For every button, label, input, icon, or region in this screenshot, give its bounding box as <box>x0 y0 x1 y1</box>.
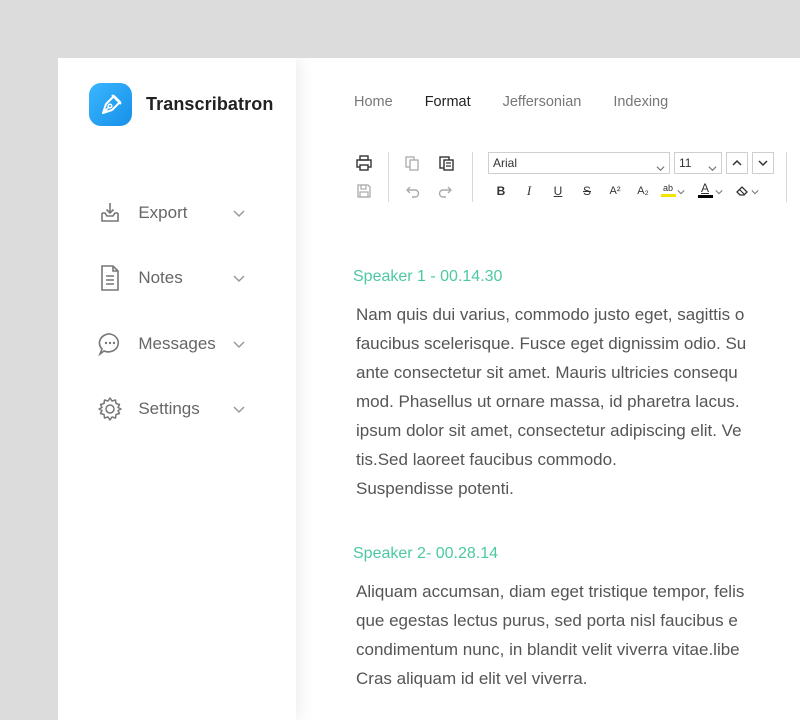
chevron-down-icon <box>715 190 723 195</box>
sidebar-item-label: Export <box>138 203 188 222</box>
text-line: tis.Sed laoreet faucibus commodo. <box>356 450 617 469</box>
app-logo[interactable] <box>89 83 132 126</box>
font-color-button[interactable]: A <box>695 180 715 200</box>
document-icon <box>96 264 123 292</box>
chevron-down-icon <box>677 190 685 195</box>
text-line: mod. Phasellus ut ornare massa, id phare… <box>356 392 740 411</box>
font-size-increase-button[interactable] <box>726 152 748 174</box>
text-line: ante consectetur sit amet. Mauris ultric… <box>356 363 738 382</box>
chevron-down-icon <box>758 160 768 167</box>
speaker-heading: Speaker 1 - 00.14.30 <box>353 268 503 285</box>
superscript-button[interactable]: A² <box>605 181 625 201</box>
undo-button[interactable] <box>402 182 422 202</box>
transcript-paragraph[interactable]: Aliquam accumsan, diam eget tristique te… <box>356 577 800 693</box>
sidebar: Transcribatron Export Notes Messages Set… <box>58 58 296 720</box>
sidebar-item-settings[interactable]: Settings <box>96 394 246 424</box>
chevron-down-icon <box>656 159 665 179</box>
toolbar-divider <box>388 152 389 202</box>
print-button[interactable] <box>354 153 374 173</box>
chevron-down-icon <box>232 337 246 351</box>
text-line: que egestas lectus purus, sed porta nisl… <box>356 611 738 630</box>
highlight-button[interactable]: ab <box>658 180 678 200</box>
copy-button[interactable] <box>402 153 422 173</box>
font-color-label: A <box>700 181 709 195</box>
text-line: Aliquam accumsan, diam eget tristique te… <box>356 582 745 601</box>
sidebar-item-notes[interactable]: Notes <box>96 263 246 293</box>
paste-icon <box>439 156 454 171</box>
font-size-decrease-button[interactable] <box>752 152 774 174</box>
transcript-paragraph[interactable]: Nam quis dui varius, commodo justo eget,… <box>356 300 800 503</box>
app-name: Transcribatron <box>146 94 274 114</box>
bold-button[interactable]: B <box>491 181 511 201</box>
floppy-disk-icon <box>357 184 371 198</box>
subscript-button[interactable]: A₂ <box>633 181 653 201</box>
highlight-color-bar <box>660 194 676 197</box>
undo-icon <box>406 186 420 198</box>
font-color-bar <box>697 195 713 198</box>
underline-button[interactable]: U <box>548 181 568 201</box>
strikethrough-button[interactable]: S <box>577 181 597 201</box>
transcript-content: Speaker 1 - 00.14.30 Nam quis dui varius… <box>353 268 800 693</box>
text-line: ipsum dolor sit amet, consectetur adipis… <box>356 421 742 440</box>
tab-format[interactable]: Format <box>425 94 471 116</box>
redo-button[interactable] <box>436 182 456 202</box>
gear-icon <box>96 395 123 423</box>
app-window: Transcribatron Export Notes Messages Set… <box>58 58 800 720</box>
main-area: Home Format Jeffersonian Indexing Arial … <box>296 58 800 720</box>
sidebar-item-label: Messages <box>138 334 216 353</box>
highlight-label: ab <box>662 183 673 193</box>
eraser-icon <box>736 186 748 196</box>
format-toolbar: Arial 11 B I U S A² A₂ ab A <box>354 152 800 208</box>
download-tray-icon <box>96 199 123 227</box>
pen-nib-icon <box>101 93 122 114</box>
text-line: Nam quis dui varius, commodo justo eget,… <box>356 305 745 324</box>
printer-icon <box>356 155 372 171</box>
font-color-dropdown[interactable] <box>714 182 724 202</box>
chevron-down-icon <box>232 271 246 285</box>
copy-icon <box>405 156 419 171</box>
tab-bar: Home Format Jeffersonian Indexing <box>354 94 700 116</box>
text-line: Cras aliquam id elit vel viverra. <box>356 669 588 688</box>
highlight-dropdown[interactable] <box>676 182 686 202</box>
redo-icon <box>438 186 452 198</box>
tab-home[interactable]: Home <box>354 94 393 116</box>
speaker-heading: Speaker 2- 00.28.14 <box>353 545 498 562</box>
sidebar-item-label: Notes <box>138 268 183 287</box>
sidebar-item-label: Settings <box>138 399 200 418</box>
chat-bubble-icon <box>96 330 123 358</box>
chevron-down-icon <box>232 402 246 416</box>
chevron-down-icon <box>751 190 759 195</box>
chevron-down-icon <box>232 206 246 220</box>
clear-format-dropdown[interactable] <box>750 182 760 202</box>
font-family-value: Arial <box>493 156 518 170</box>
text-line: condimentum nunc, in blandit velit viver… <box>356 640 740 659</box>
text-line: Suspendisse potenti. <box>356 479 514 498</box>
paste-button[interactable] <box>436 153 456 173</box>
tab-indexing[interactable]: Indexing <box>613 94 668 116</box>
save-button[interactable] <box>354 181 374 201</box>
font-size-value: 11 <box>679 156 692 170</box>
chevron-up-icon <box>732 159 742 166</box>
font-family-select[interactable]: Arial <box>488 152 670 174</box>
sidebar-item-export[interactable]: Export <box>96 198 246 228</box>
toolbar-divider <box>472 152 473 202</box>
toolbar-divider <box>786 152 787 202</box>
text-line: faucibus scelerisque. Fusce eget digniss… <box>356 334 747 353</box>
clear-format-button[interactable] <box>732 181 752 201</box>
font-size-select[interactable]: 11 <box>674 152 722 174</box>
italic-button[interactable]: I <box>519 181 539 201</box>
chevron-down-icon <box>708 159 717 179</box>
tab-jeffersonian[interactable]: Jeffersonian <box>503 94 582 116</box>
sidebar-item-messages[interactable]: Messages <box>96 329 246 359</box>
